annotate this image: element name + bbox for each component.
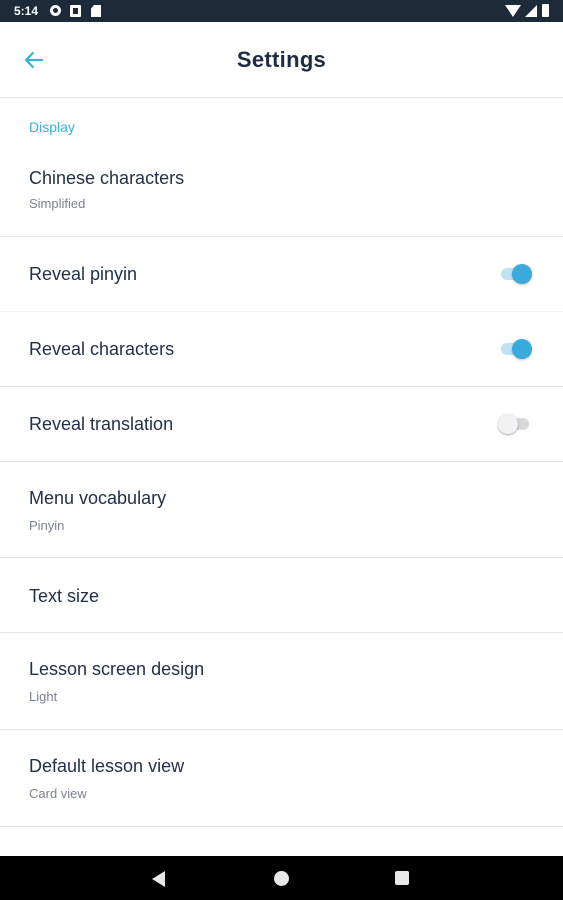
setting-lesson-screen-design[interactable]: Lesson screen design Light: [0, 633, 563, 729]
setting-subtitle: Simplified: [29, 196, 86, 211]
reveal-characters-toggle[interactable]: [498, 337, 534, 361]
setting-title: Menu vocabulary: [29, 488, 167, 508]
setting-title: Reveal characters: [29, 339, 175, 359]
battery-icon: [542, 4, 549, 17]
setting-title: Chinese characters: [29, 168, 185, 188]
toggle-thumb: [498, 414, 518, 434]
app-bar: Settings: [0, 22, 563, 98]
setting-subtitle: Pinyin: [29, 518, 65, 533]
setting-menu-vocabulary[interactable]: Menu vocabulary Pinyin: [0, 462, 563, 557]
sd-card-icon: [91, 5, 101, 17]
setting-title: Text size: [29, 586, 100, 606]
gear-icon: [50, 5, 61, 16]
wifi-icon: [505, 5, 521, 17]
divider: [0, 826, 563, 827]
signal-icon: [525, 5, 537, 17]
setting-reveal-translation[interactable]: Reveal translation: [0, 387, 563, 461]
notification-a-icon: [70, 5, 81, 17]
page-title: Settings: [236, 47, 327, 72]
setting-reveal-characters[interactable]: Reveal characters: [0, 312, 563, 386]
nav-home-icon[interactable]: [274, 871, 289, 886]
setting-title: Reveal translation: [29, 414, 174, 434]
nav-recents-icon[interactable]: [395, 871, 409, 885]
setting-subtitle: Light: [29, 689, 58, 704]
reveal-pinyin-toggle[interactable]: [498, 262, 534, 286]
setting-title: Default lesson view: [29, 756, 185, 776]
setting-text-size[interactable]: Text size: [0, 558, 563, 632]
system-nav-bar: [0, 856, 563, 900]
setting-title: Lesson screen design: [29, 659, 205, 679]
nav-back-icon[interactable]: [152, 871, 165, 887]
toggle-thumb: [512, 339, 532, 359]
setting-reveal-pinyin[interactable]: Reveal pinyin: [0, 237, 563, 311]
setting-default-lesson-view[interactable]: Default lesson view Card view: [0, 730, 563, 826]
reveal-translation-toggle[interactable]: [498, 412, 534, 436]
status-bar: 5:14: [0, 0, 563, 22]
status-time: 5:14: [14, 4, 39, 18]
setting-title: Reveal pinyin: [29, 264, 138, 284]
section-header-display: Display: [29, 119, 75, 135]
toggle-thumb: [512, 264, 532, 284]
setting-chinese-characters[interactable]: Chinese characters Simplified: [0, 150, 563, 236]
setting-subtitle: Card view: [29, 786, 87, 801]
